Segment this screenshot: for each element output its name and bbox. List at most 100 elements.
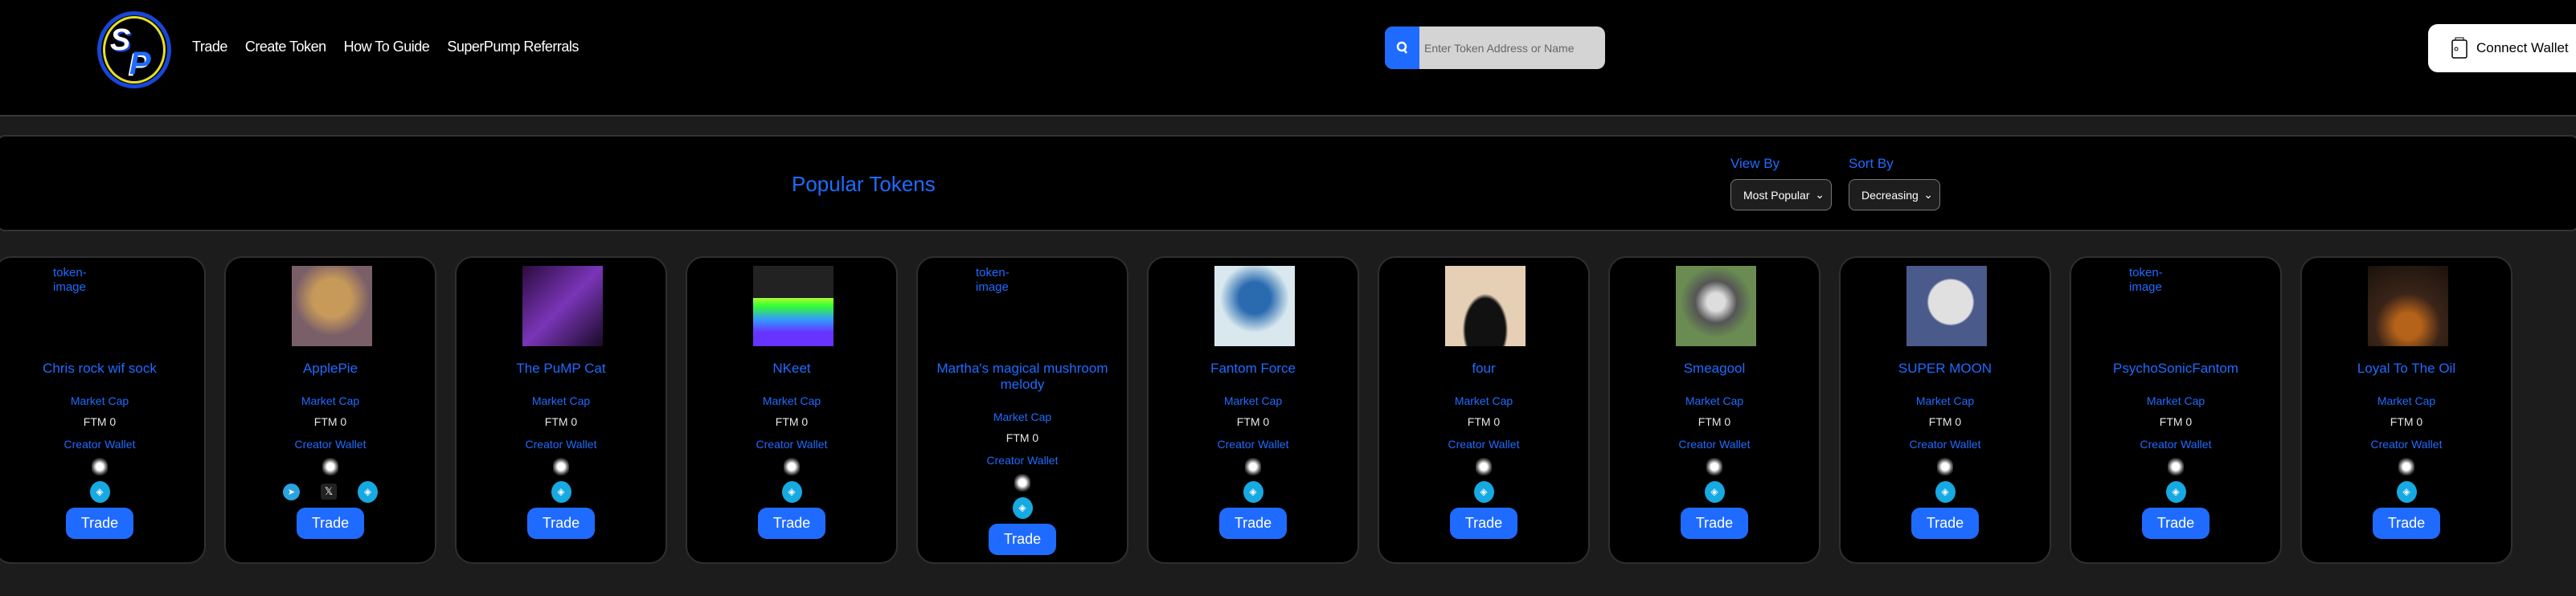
token-card[interactable]: NKeet Market Cap FTM 0 Creator Wallet ◈ … xyxy=(686,256,898,564)
creator-avatar-icon xyxy=(2168,458,2184,476)
fantom-icon[interactable]: ◈ xyxy=(1012,496,1033,519)
sort-by-label: Sort By xyxy=(1849,156,1894,171)
creator-avatar-icon xyxy=(1014,474,1030,492)
token-name: Martha's magical mushroom melody xyxy=(936,361,1108,392)
telegram-icon[interactable]: ➤ xyxy=(283,483,300,500)
fantom-icon[interactable]: ◈ xyxy=(89,480,110,503)
sort-by-control: Sort By Decreasing ⌄ xyxy=(1849,156,1940,210)
creator-wallet-link[interactable]: Creator Wallet xyxy=(1679,436,1751,458)
creator-wallet-link[interactable]: Creator Wallet xyxy=(2140,436,2212,458)
creator-wallet-link[interactable]: Creator Wallet xyxy=(987,452,1059,474)
token-name: SUPER MOON xyxy=(1898,361,1992,376)
social-links: ◈ xyxy=(1243,480,1263,503)
creator-avatar-icon xyxy=(1706,458,1722,476)
token-card[interactable]: four Market Cap FTM 0 Creator Wallet ◈ T… xyxy=(1378,256,1590,564)
social-links: ➤ 𝕏 ◈ xyxy=(283,480,378,503)
token-card[interactable]: token-image PsychoSonicFantom Market Cap… xyxy=(2070,256,2282,564)
view-by-select[interactable]: Most Popular ⌄ xyxy=(1730,179,1832,210)
token-card[interactable]: token-image Martha's magical mushroom me… xyxy=(916,256,1128,564)
token-name: NKeet xyxy=(772,361,811,376)
market-cap-value: FTM 0 xyxy=(544,415,578,428)
token-grid: token-image Chris rock wif sock Market C… xyxy=(0,256,2513,564)
x-icon[interactable]: 𝕏 xyxy=(321,484,337,500)
filter-panel: Popular Tokens View By Most Popular ⌄ Sor… xyxy=(0,135,2576,231)
token-card[interactable]: token-image Chris rock wif sock Market C… xyxy=(0,256,206,564)
search-icon xyxy=(1396,41,1407,54)
creator-wallet-link[interactable]: Creator Wallet xyxy=(526,436,597,458)
social-links: ◈ xyxy=(1012,496,1033,519)
token-card[interactable]: SUPER MOON Market Cap FTM 0 Creator Wall… xyxy=(1839,256,2051,564)
wallet-icon xyxy=(2451,37,2467,59)
fantom-icon[interactable]: ◈ xyxy=(358,480,378,503)
creator-avatar-icon xyxy=(1937,458,1953,476)
creator-wallet-link[interactable]: Creator Wallet xyxy=(64,436,136,458)
creator-wallet-link[interactable]: Creator Wallet xyxy=(295,436,367,458)
fantom-icon[interactable]: ◈ xyxy=(1473,480,1494,503)
token-name: Smeagool xyxy=(1683,361,1746,376)
search-button[interactable] xyxy=(1385,27,1419,69)
market-cap-value: FTM 0 xyxy=(775,415,809,428)
token-card[interactable]: ApplePie Market Cap FTM 0 Creator Wallet… xyxy=(224,256,436,564)
nav-create-token[interactable]: Create Token xyxy=(245,39,326,55)
token-card[interactable]: Loyal To The Oil Market Cap FTM 0 Creato… xyxy=(2300,256,2513,564)
token-card[interactable]: The PuMP Cat Market Cap FTM 0 Creator Wa… xyxy=(455,256,667,564)
trade-button[interactable]: Trade xyxy=(2373,508,2440,539)
trade-button[interactable]: Trade xyxy=(297,508,364,539)
market-cap-label: Market Cap xyxy=(1685,394,1744,407)
nav-referrals[interactable]: SuperPump Referrals xyxy=(447,39,579,55)
token-name: ApplePie xyxy=(302,361,358,376)
fantom-icon[interactable]: ◈ xyxy=(781,480,802,503)
trade-button[interactable]: Trade xyxy=(1911,508,1979,539)
creator-wallet-link[interactable]: Creator Wallet xyxy=(2371,436,2443,458)
chevron-down-icon: ⌄ xyxy=(1815,188,1824,201)
market-cap-value: FTM 0 xyxy=(2390,415,2423,428)
fantom-icon[interactable]: ◈ xyxy=(2396,480,2417,503)
token-image xyxy=(292,266,372,346)
token-card[interactable]: Fantom Force Market Cap FTM 0 Creator Wa… xyxy=(1147,256,1359,564)
creator-avatar-icon xyxy=(553,458,569,476)
token-name: Chris rock wif sock xyxy=(43,361,157,376)
fantom-icon[interactable]: ◈ xyxy=(1243,480,1263,503)
trade-button[interactable]: Trade xyxy=(1219,508,1287,539)
trade-button[interactable]: Trade xyxy=(66,508,133,539)
creator-wallet-link[interactable]: Creator Wallet xyxy=(1218,436,1289,458)
market-cap-value: FTM 0 xyxy=(1698,415,1731,428)
nav-trade[interactable]: Trade xyxy=(192,39,227,55)
social-links: ◈ xyxy=(551,480,571,503)
creator-wallet-link[interactable]: Creator Wallet xyxy=(1910,436,1981,458)
search-input[interactable] xyxy=(1419,27,1596,69)
trade-button[interactable]: Trade xyxy=(1450,508,1517,539)
chevron-down-icon: ⌄ xyxy=(1923,188,1933,201)
market-cap-label: Market Cap xyxy=(531,394,591,407)
fantom-icon[interactable]: ◈ xyxy=(551,480,571,503)
fantom-icon[interactable]: ◈ xyxy=(2165,480,2186,503)
trade-button[interactable]: Trade xyxy=(989,524,1056,555)
market-cap-label: Market Cap xyxy=(1223,394,1283,407)
logo[interactable]: SP xyxy=(97,11,171,88)
market-cap-label: Market Cap xyxy=(2377,394,2436,407)
token-image xyxy=(1214,266,1295,346)
creator-avatar-icon xyxy=(92,458,108,476)
fantom-icon[interactable]: ◈ xyxy=(1704,480,1725,503)
market-cap-value: FTM 0 xyxy=(313,415,347,428)
token-image-broken: token-image xyxy=(2129,266,2163,294)
fantom-icon[interactable]: ◈ xyxy=(1935,480,1956,503)
market-cap-value: FTM 0 xyxy=(83,415,117,428)
token-image xyxy=(1445,266,1526,346)
trade-button[interactable]: Trade xyxy=(758,508,825,539)
creator-wallet-link[interactable]: Creator Wallet xyxy=(756,436,828,458)
market-cap-value: FTM 0 xyxy=(1928,415,1962,428)
trade-button[interactable]: Trade xyxy=(1681,508,1748,539)
market-cap-label: Market Cap xyxy=(762,394,821,407)
creator-wallet-link[interactable]: Creator Wallet xyxy=(1448,436,1520,458)
token-name: The PuMP Cat xyxy=(516,361,606,376)
token-image xyxy=(2368,266,2448,346)
connect-wallet-button[interactable]: Connect Wallet xyxy=(2428,24,2576,72)
social-links: ◈ xyxy=(2396,480,2417,503)
sort-by-select[interactable]: Decreasing ⌄ xyxy=(1849,179,1940,210)
trade-button[interactable]: Trade xyxy=(527,508,595,539)
market-cap-label: Market Cap xyxy=(2146,394,2205,407)
token-card[interactable]: Smeagool Market Cap FTM 0 Creator Wallet… xyxy=(1608,256,1820,564)
nav-how-to-guide[interactable]: How To Guide xyxy=(344,39,430,55)
trade-button[interactable]: Trade xyxy=(2142,508,2209,539)
